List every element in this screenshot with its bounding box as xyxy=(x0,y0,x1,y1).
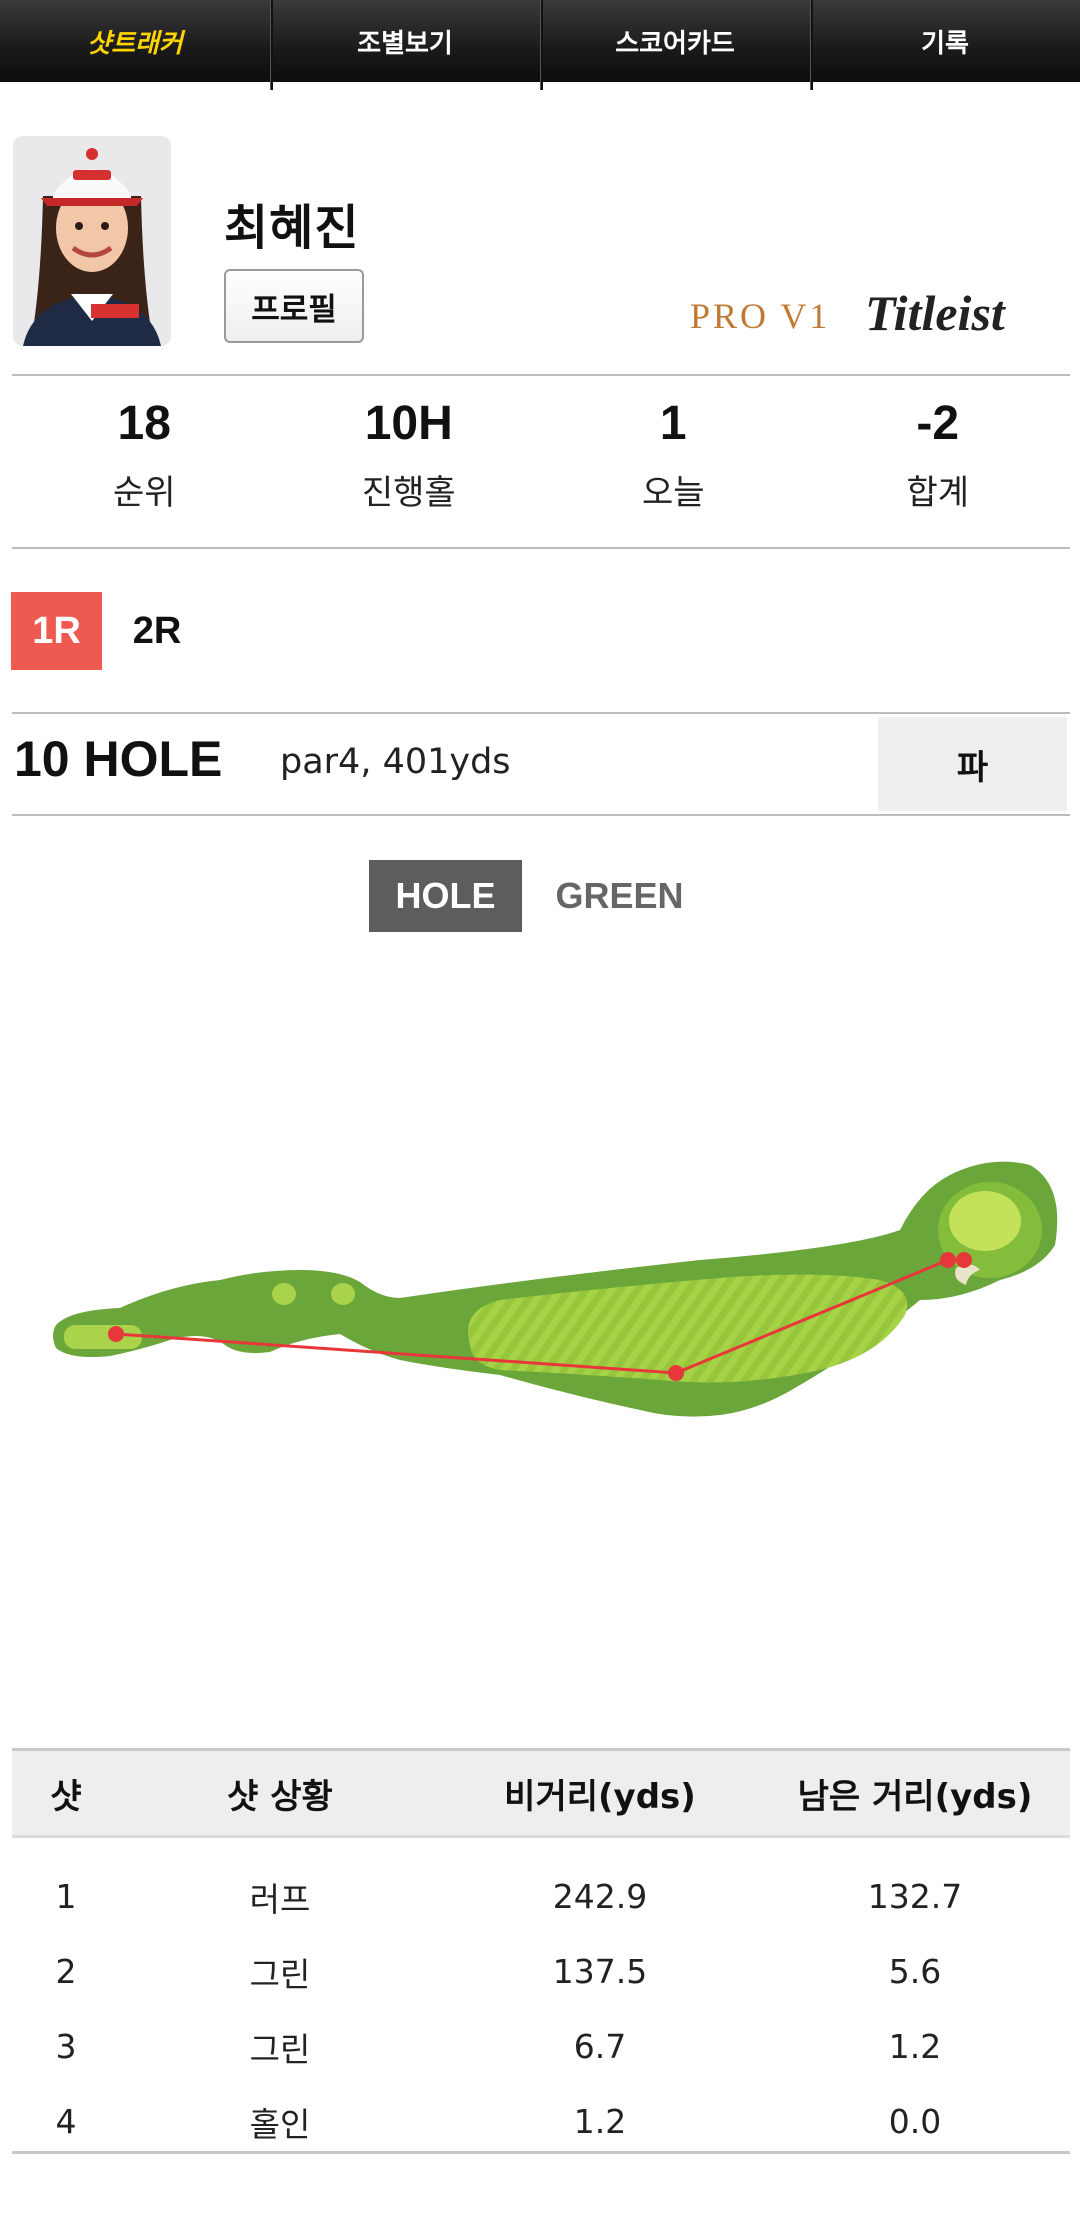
shot-situation: 러프 xyxy=(249,1879,311,1919)
hole-map xyxy=(0,1120,1080,1450)
divider xyxy=(12,547,1070,549)
stat-rank: 18 순위 xyxy=(12,378,277,548)
shot-distance: 242.9 xyxy=(552,1877,648,1916)
divider xyxy=(12,712,1070,714)
pro-v1-logo-text: PRO V1 xyxy=(690,296,830,336)
shot-situation: 그린 xyxy=(249,1954,311,1994)
stat-value: 18 xyxy=(117,397,171,450)
shot-distance: 1.2 xyxy=(573,2102,627,2141)
hole-title: 10 HOLE xyxy=(14,731,223,787)
shot-distance: 6.7 xyxy=(573,2027,627,2066)
hole-rough xyxy=(53,1161,1058,1417)
shot-marker xyxy=(940,1252,956,1268)
table-bottom-border xyxy=(12,2151,1070,2154)
top-tab-bar: 샷트래커 조별보기 스코어카드 기록 xyxy=(0,0,1080,90)
profile-button[interactable]: 프로필 xyxy=(224,269,364,343)
divider xyxy=(12,814,1070,816)
round-2-button[interactable]: 2R xyxy=(112,592,202,670)
column-header-remaining: 남은 거리(yds) xyxy=(760,1748,1070,1838)
player-stats: 18 순위 10H 진행홀 1 오늘 -2 합계 xyxy=(12,378,1070,548)
stat-value: 10H xyxy=(364,397,453,450)
table-row: 1 러프 242.9 132.7 xyxy=(12,1837,1070,1935)
table-row: 2 그린 137.5 5.6 xyxy=(12,1934,1070,2009)
green-view-button[interactable]: GREEN xyxy=(522,860,717,932)
shot-marker xyxy=(108,1326,124,1342)
remaining-distance: 0.0 xyxy=(888,2102,942,2141)
stat-label: 순위 xyxy=(112,473,176,513)
divider xyxy=(12,374,1070,376)
tab-group-view[interactable]: 조별보기 xyxy=(270,0,540,90)
shot-number: 2 xyxy=(55,1952,77,1991)
player-name: 최혜진 xyxy=(224,200,360,256)
shot-marker xyxy=(956,1252,972,1268)
stat-value: 1 xyxy=(659,397,687,450)
stat-total: -2 합계 xyxy=(806,378,1071,548)
remaining-distance: 132.7 xyxy=(867,1877,963,1916)
stat-label: 오늘 xyxy=(641,473,705,513)
stat-label: 진행홀 xyxy=(361,473,456,513)
titleist-logo-text: Titleist xyxy=(865,285,1007,341)
stat-today: 1 오늘 xyxy=(541,378,806,548)
column-header-shot: 샷 xyxy=(12,1748,120,1838)
table-header-row: 샷 샷 상황 비거리(yds) 남은 거리(yds) xyxy=(12,1748,1070,1838)
shot-distance: 137.5 xyxy=(552,1952,648,1991)
shot-table: 샷 샷 상황 비거리(yds) 남은 거리(yds) 1 러프 242.9 13… xyxy=(12,1748,1070,2176)
column-header-distance: 비거리(yds) xyxy=(440,1748,760,1838)
player-photo xyxy=(13,136,171,346)
shot-number: 1 xyxy=(55,1877,77,1916)
shot-number: 3 xyxy=(55,2027,77,2066)
sponsor-logo: PRO V1 Titleist xyxy=(690,282,1045,342)
mound xyxy=(331,1283,355,1305)
hole-info: par4, 401yds xyxy=(280,742,511,782)
column-header-situation: 샷 상황 xyxy=(120,1748,440,1838)
table-row: 4 홀인 1.2 0.0 xyxy=(12,2084,1070,2176)
stat-value: -2 xyxy=(916,397,960,450)
hole-result-badge: 파 xyxy=(878,717,1067,811)
round-1-button[interactable]: 1R xyxy=(11,592,102,670)
mound xyxy=(272,1283,296,1305)
hole-view-button[interactable]: HOLE xyxy=(369,860,522,932)
shot-number: 4 xyxy=(55,2102,77,2141)
stat-current-hole: 10H 진행홀 xyxy=(277,378,542,548)
stat-label: 합계 xyxy=(906,473,970,513)
remaining-distance: 5.6 xyxy=(888,1952,942,1991)
view-toggle: HOLE GREEN xyxy=(369,860,717,932)
putting-green xyxy=(949,1191,1021,1251)
tab-shot-tracker[interactable]: 샷트래커 xyxy=(0,0,270,82)
tab-records[interactable]: 기록 xyxy=(810,0,1080,90)
table-row: 3 그린 6.7 1.2 xyxy=(12,2009,1070,2084)
shot-marker xyxy=(668,1365,684,1381)
remaining-distance: 1.2 xyxy=(888,2027,942,2066)
tab-scorecard[interactable]: 스코어카드 xyxy=(540,0,810,90)
tee-box xyxy=(64,1325,142,1349)
shot-situation: 그린 xyxy=(249,2029,311,2069)
shot-situation: 홀인 xyxy=(249,2104,311,2144)
